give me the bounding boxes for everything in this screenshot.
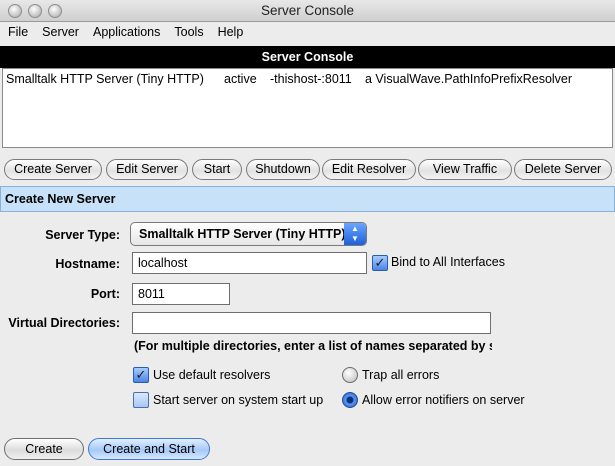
trap-all-errors-radio[interactable] — [342, 367, 358, 383]
menu-help[interactable]: Help — [218, 25, 244, 39]
menu-bar: File Server Applications Tools Help — [0, 22, 615, 42]
port-input[interactable]: 8011 — [132, 283, 230, 305]
virtual-directories-input[interactable] — [132, 312, 491, 334]
server-list[interactable]: Smalltalk HTTP Server (Tiny HTTP) active… — [2, 68, 613, 148]
server-row[interactable]: Smalltalk HTTP Server (Tiny HTTP) active… — [3, 72, 612, 88]
server-status: active — [224, 72, 257, 86]
chevron-up-down-icon: ▲ ▼ — [344, 223, 366, 245]
title-bar: Server Console — [0, 0, 615, 22]
create-and-start-button[interactable]: Create and Start — [88, 438, 210, 460]
menu-tools[interactable]: Tools — [174, 25, 203, 39]
menu-server[interactable]: Server — [42, 25, 79, 39]
virtual-directories-label: Virtual Directories: — [8, 316, 120, 330]
menu-applications[interactable]: Applications — [93, 25, 160, 39]
server-type-label: Server Type: — [45, 228, 120, 242]
bind-all-checkbox[interactable]: ✓ — [372, 255, 388, 271]
server-type-select[interactable]: Smalltalk HTTP Server (Tiny HTTP) ▲ ▼ — [130, 222, 367, 246]
edit-server-button[interactable]: Edit Server — [106, 159, 188, 180]
hostname-label: Hostname: — [55, 257, 120, 271]
create-button[interactable]: Create — [4, 438, 84, 460]
start-on-startup-label: Start server on system start up — [153, 393, 324, 407]
action-button-row: Create Server Edit Server Start Shutdown… — [0, 159, 615, 181]
allow-error-notifiers-radio[interactable] — [342, 392, 358, 408]
menu-file[interactable]: File — [8, 25, 28, 39]
use-default-resolvers-checkbox[interactable]: ✓ — [133, 367, 149, 383]
window-title: Server Console — [260, 3, 355, 18]
bind-all-label: Bind to All Interfaces — [391, 255, 505, 269]
edit-resolver-button[interactable]: Edit Resolver — [322, 159, 416, 180]
use-default-resolvers-label: Use default resolvers — [153, 368, 271, 382]
server-type-value: Smalltalk HTTP Server (Tiny HTTP) — [139, 227, 346, 241]
create-new-server-header: Create New Server — [0, 186, 615, 212]
server-name: Smalltalk HTTP Server (Tiny HTTP) — [6, 72, 204, 86]
server-resolver: a VisualWave.PathInfoPrefixResolver — [365, 72, 573, 86]
create-server-button[interactable]: Create Server — [4, 159, 102, 180]
hostname-input[interactable]: localhost — [132, 252, 367, 274]
delete-server-button[interactable]: Delete Server — [514, 159, 612, 180]
server-host: -thishost-:8011 — [270, 72, 352, 86]
start-button[interactable]: Start — [192, 159, 242, 180]
view-traffic-button[interactable]: View Traffic — [418, 159, 512, 180]
console-header: Server Console — [0, 46, 615, 68]
shutdown-button[interactable]: Shutdown — [246, 159, 320, 180]
virtual-directories-hint: (For multiple directories, enter a list … — [134, 339, 492, 353]
allow-error-notifiers-label: Allow error notifiers on server — [362, 393, 525, 407]
port-label: Port: — [90, 287, 120, 301]
start-on-startup-checkbox[interactable] — [133, 392, 149, 408]
trap-all-errors-label: Trap all errors — [362, 368, 440, 382]
